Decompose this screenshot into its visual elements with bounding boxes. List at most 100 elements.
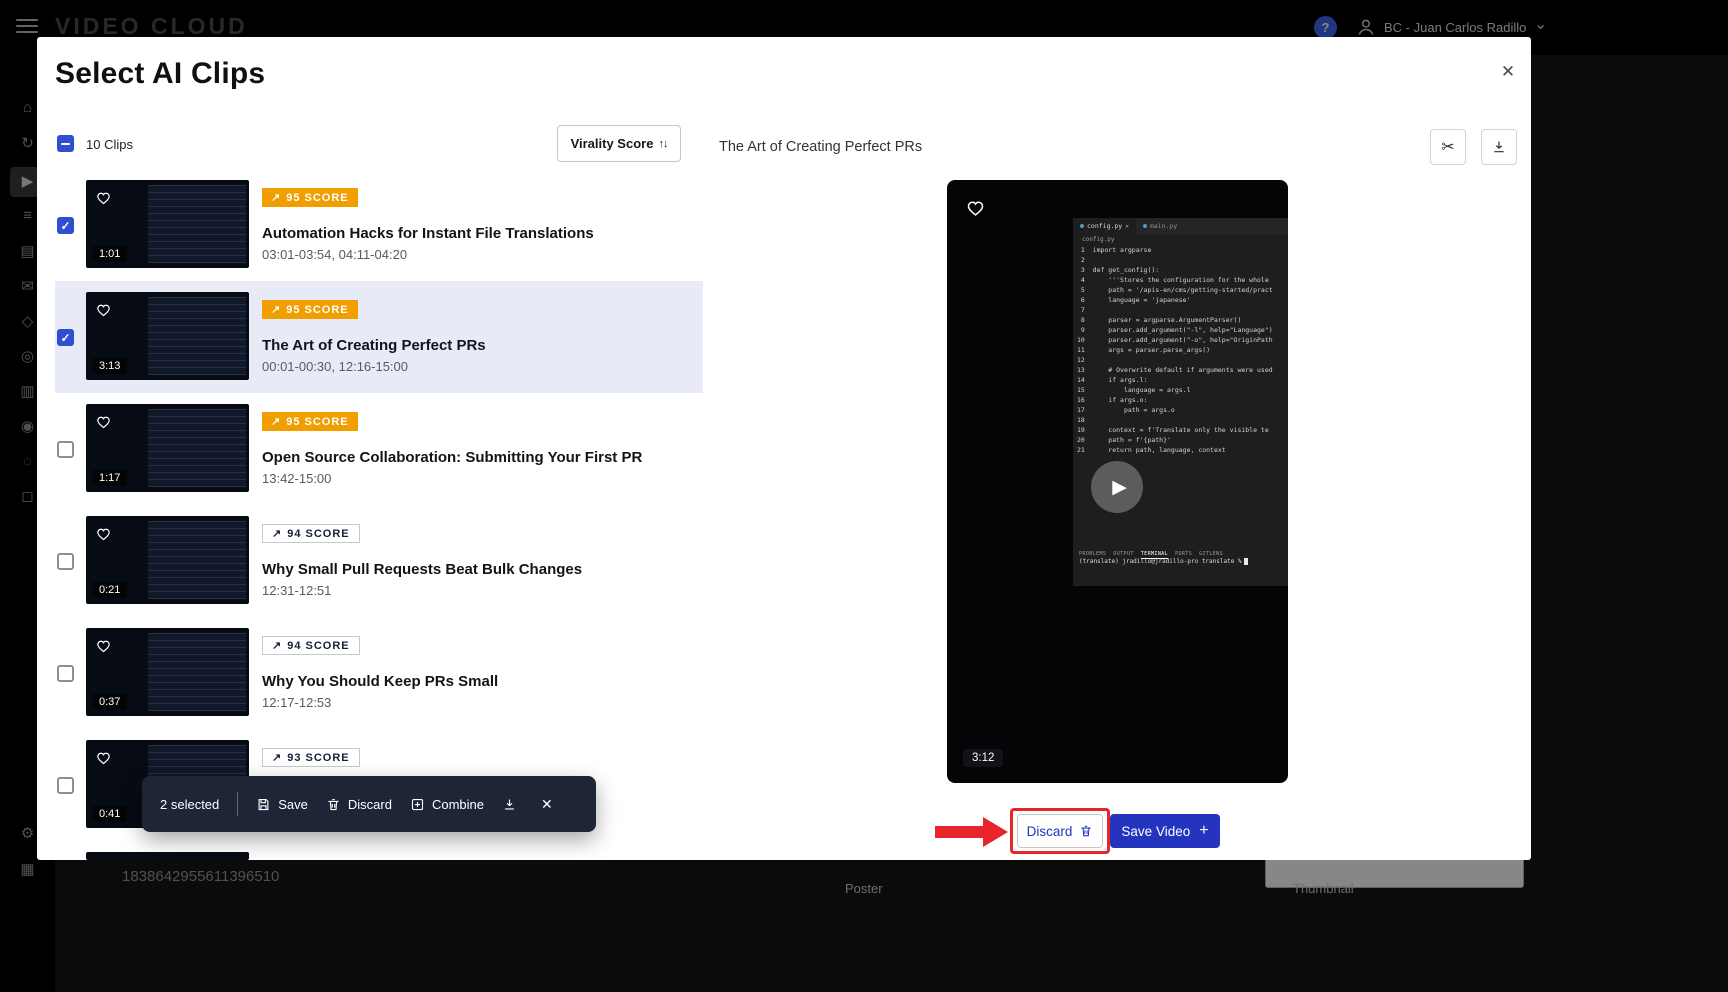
clip-count-label: 10 Clips bbox=[86, 137, 133, 152]
trending-up-icon: ↗ bbox=[272, 751, 282, 764]
clip-duration-badge: 1:01 bbox=[92, 246, 127, 262]
trim-clip-button[interactable]: ✂ bbox=[1430, 129, 1466, 165]
clip-3-checkbox[interactable] bbox=[57, 441, 74, 458]
favorite-heart-icon[interactable] bbox=[95, 189, 112, 206]
terminal-cursor bbox=[1244, 558, 1248, 565]
virality-score-badge: ↗95 SCORE bbox=[262, 188, 358, 207]
selected-count-label: 2 selected bbox=[160, 797, 219, 812]
download-selected-button[interactable] bbox=[502, 797, 517, 812]
thumbnail-content bbox=[148, 297, 246, 374]
favorite-heart-icon[interactable] bbox=[95, 525, 112, 542]
scissors-icon: ✂ bbox=[1441, 137, 1454, 157]
clip-row-2[interactable]: 3:13 ↗95 SCORE The Art of Creating Perfe… bbox=[55, 281, 703, 393]
trending-up-icon: ↗ bbox=[271, 303, 281, 316]
virality-score-badge: ↗95 SCORE bbox=[262, 412, 358, 431]
virality-score-badge: ↗93 SCORE bbox=[262, 748, 360, 767]
download-icon bbox=[502, 797, 517, 812]
python-file-icon bbox=[1080, 224, 1084, 228]
select-all-checkbox[interactable] bbox=[57, 135, 74, 152]
clip-meta: ↗95 SCORE The Art of Creating Perfect PR… bbox=[262, 281, 692, 393]
favorite-heart-icon[interactable] bbox=[95, 637, 112, 654]
download-clip-button[interactable] bbox=[1481, 129, 1517, 165]
download-icon bbox=[1491, 139, 1507, 155]
clip-row-1[interactable]: 1:01 ↗95 SCORE Automation Hacks for Inst… bbox=[55, 169, 703, 281]
clip-duration-badge: 3:13 bbox=[92, 358, 127, 374]
favorite-heart-icon[interactable] bbox=[965, 197, 986, 218]
clip-4-checkbox[interactable] bbox=[57, 553, 74, 570]
editor-code: 1 import argparse 2 3 def get_config(): … bbox=[1073, 245, 1288, 455]
close-tab-icon: ✕ bbox=[1125, 223, 1129, 230]
editor-tab-bar: config.py✕ main.py bbox=[1073, 218, 1288, 234]
clip-title: Why You Should Keep PRs Small bbox=[262, 673, 498, 690]
preview-duration-badge: 3:12 bbox=[963, 749, 1003, 767]
clip-timerange: 00:01-00:30, 12:16-15:00 bbox=[262, 359, 408, 374]
clip-2-checkbox[interactable] bbox=[57, 329, 74, 346]
clip-row-4[interactable]: 0:21 ↗94 SCORE Why Small Pull Requests B… bbox=[55, 505, 703, 617]
sort-button-label: Virality Score bbox=[571, 136, 654, 151]
discard-selected-button[interactable]: Discard bbox=[326, 797, 392, 812]
clip-duration-badge: 0:37 bbox=[92, 694, 127, 710]
clip-meta: ↗95 SCORE Open Source Collaboration: Sub… bbox=[262, 393, 692, 505]
clip-1-checkbox[interactable] bbox=[57, 217, 74, 234]
editor-breadcrumb: config.py bbox=[1073, 234, 1288, 245]
discard-button[interactable]: Discard bbox=[1017, 814, 1103, 848]
clip-3-thumbnail[interactable]: 1:17 bbox=[86, 404, 249, 492]
virality-score-sort-button[interactable]: Virality Score ↑↓ bbox=[557, 125, 681, 162]
video-player[interactable]: config.py✕ main.py config.py 1 import ar… bbox=[947, 180, 1288, 783]
virality-score-badge: ↗95 SCORE bbox=[262, 300, 358, 319]
clip-title: The Art of Creating Perfect PRs bbox=[262, 337, 486, 354]
combine-selected-button[interactable]: Combine bbox=[410, 797, 484, 812]
clip-title: Automation Hacks for Instant File Transl… bbox=[262, 225, 594, 242]
clip-5-thumbnail[interactable]: 0:37 bbox=[86, 628, 249, 716]
virality-score-badge: ↗94 SCORE bbox=[262, 524, 360, 543]
clip-title: Why Small Pull Requests Beat Bulk Change… bbox=[262, 561, 582, 578]
selection-toolbar: 2 selected Save Discard Combine ✕ bbox=[142, 776, 596, 832]
clip-1-thumbnail[interactable]: 1:01 bbox=[86, 180, 249, 268]
clip-6-checkbox[interactable] bbox=[57, 777, 74, 794]
clip-duration-badge: 0:41 bbox=[92, 806, 127, 822]
trending-up-icon: ↗ bbox=[271, 415, 281, 428]
clip-meta: ↗94 SCORE Why Small Pull Requests Beat B… bbox=[262, 505, 692, 617]
save-video-button[interactable]: Save Video + bbox=[1110, 814, 1220, 848]
trash-icon bbox=[1079, 824, 1093, 838]
clip-title: Open Source Collaboration: Submitting Yo… bbox=[262, 449, 642, 466]
clip-duration-badge: 0:21 bbox=[92, 582, 127, 598]
virality-score-badge: ↗94 SCORE bbox=[262, 636, 360, 655]
trash-icon bbox=[326, 797, 341, 812]
clip-meta: ↗95 SCORE Automation Hacks for Instant F… bbox=[262, 169, 692, 281]
clip-2-thumbnail[interactable]: 3:13 bbox=[86, 292, 249, 380]
clip-row-5[interactable]: 0:37 ↗94 SCORE Why You Should Keep PRs S… bbox=[55, 617, 703, 729]
clip-4-thumbnail[interactable]: 0:21 bbox=[86, 516, 249, 604]
clip-5-checkbox[interactable] bbox=[57, 665, 74, 682]
favorite-heart-icon[interactable] bbox=[95, 301, 112, 318]
thumbnail-content bbox=[148, 633, 246, 710]
toolbar-close-icon[interactable]: ✕ bbox=[541, 796, 553, 813]
favorite-heart-icon[interactable] bbox=[95, 413, 112, 430]
annotation-arrow-head bbox=[983, 817, 1008, 847]
screen: VIDEO CLOUD ? BC - Juan Carlos Radillo ⌄… bbox=[0, 0, 1728, 992]
plus-icon: + bbox=[1199, 822, 1208, 840]
play-button[interactable]: ▶ bbox=[1091, 461, 1143, 513]
save-selected-button[interactable]: Save bbox=[256, 797, 308, 812]
thumbnail-content bbox=[148, 409, 246, 486]
modal-close-icon[interactable]: ✕ bbox=[1495, 59, 1521, 85]
play-icon: ▶ bbox=[1112, 476, 1127, 499]
favorite-heart-icon[interactable] bbox=[95, 749, 112, 766]
combine-icon bbox=[410, 797, 425, 812]
thumbnail-content bbox=[148, 185, 246, 262]
annotation-arrow bbox=[935, 826, 985, 838]
modal-title: Select AI Clips bbox=[55, 57, 265, 91]
thumbnail-content bbox=[148, 521, 246, 598]
editor-tab-main: main.py bbox=[1136, 218, 1184, 234]
select-ai-clips-modal: Select AI Clips ✕ 10 Clips Virality Scor… bbox=[37, 37, 1531, 860]
clip-timerange: 12:31-12:51 bbox=[262, 583, 331, 598]
save-icon bbox=[256, 797, 271, 812]
code-editor-frame: config.py✕ main.py config.py 1 import ar… bbox=[1073, 218, 1288, 586]
clip-duration-badge: 1:17 bbox=[92, 470, 127, 486]
trending-up-icon: ↗ bbox=[272, 639, 282, 652]
preview-clip-title: The Art of Creating Perfect PRs bbox=[719, 139, 922, 155]
trending-up-icon: ↗ bbox=[271, 191, 281, 204]
clip-timerange: 03:01-03:54, 04:11-04:20 bbox=[262, 247, 407, 262]
clip-row-3[interactable]: 1:17 ↗95 SCORE Open Source Collaboration… bbox=[55, 393, 703, 505]
sort-arrows-icon: ↑↓ bbox=[658, 138, 667, 150]
